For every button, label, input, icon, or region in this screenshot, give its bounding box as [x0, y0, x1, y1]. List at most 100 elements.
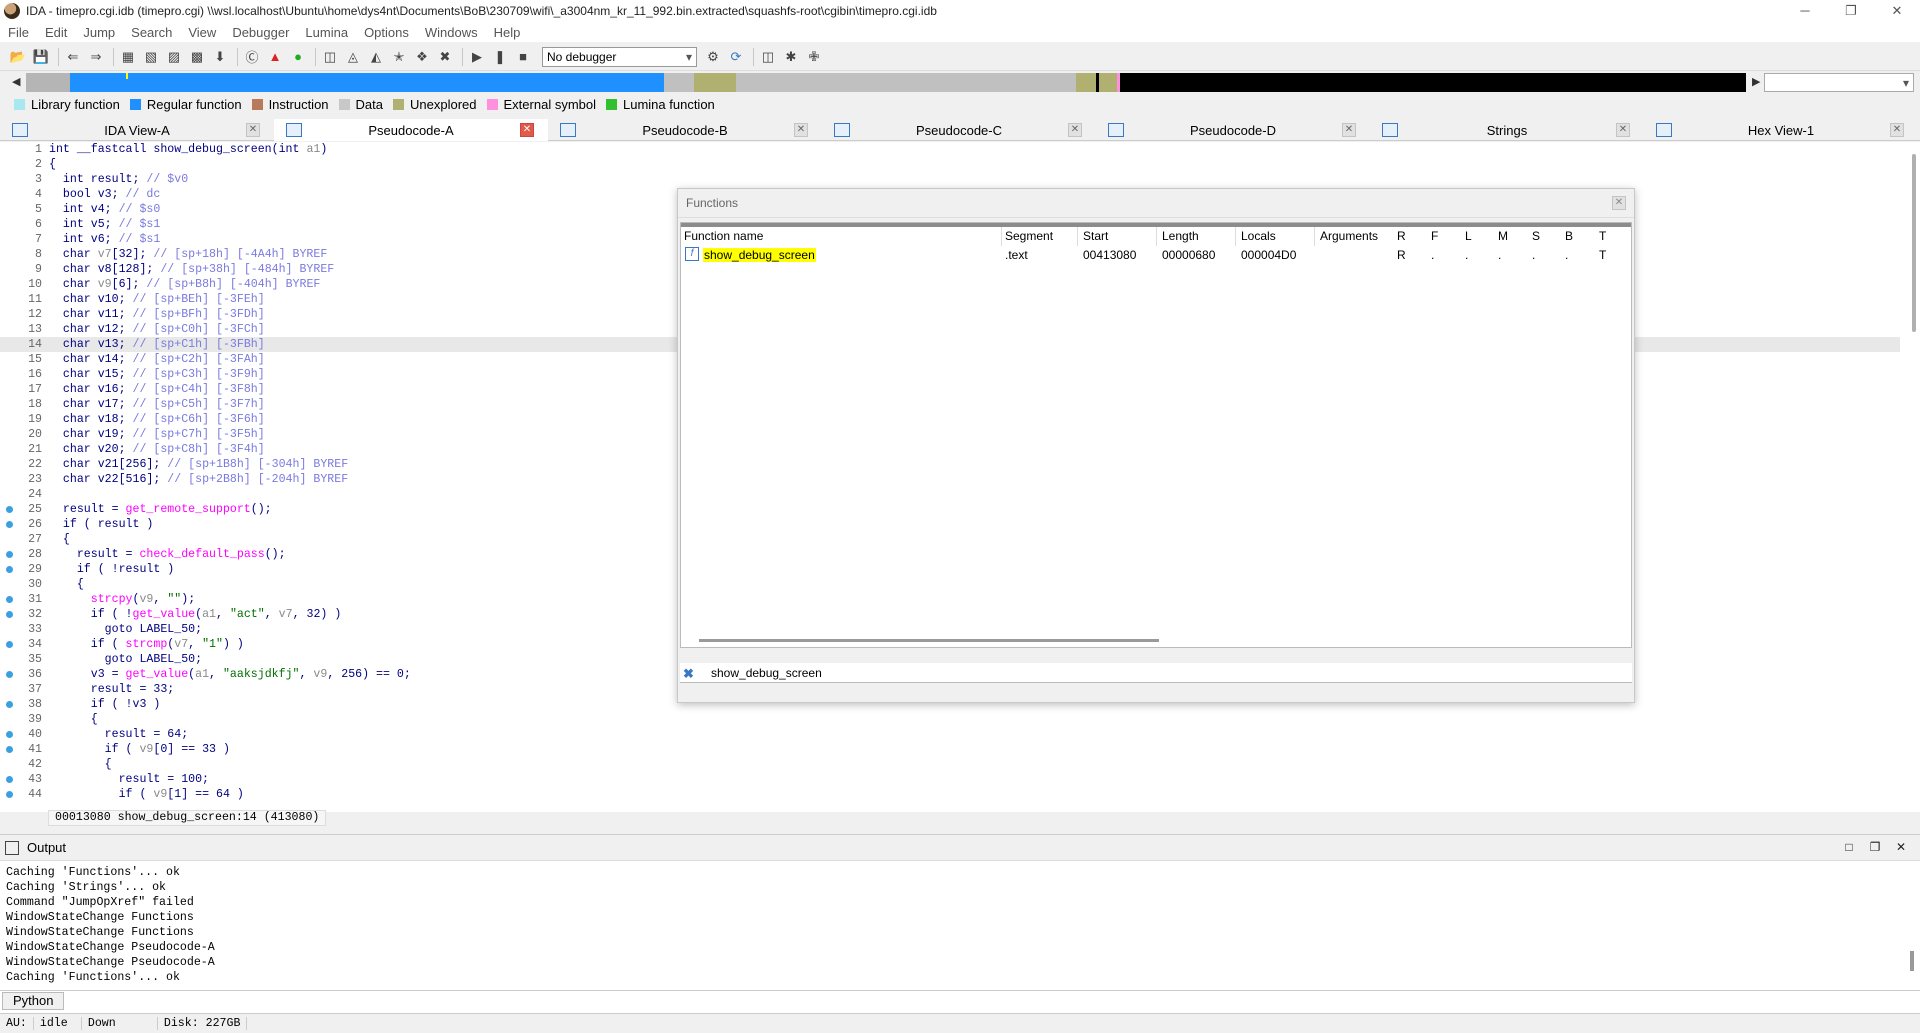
code-line[interactable]: 2{ — [0, 157, 1900, 172]
menu-debugger[interactable]: Debugger — [224, 25, 297, 40]
breakpoint-dot-icon[interactable] — [6, 701, 13, 708]
tab-strings[interactable]: Strings ✕ — [1370, 119, 1644, 141]
breakpoint-dot-icon[interactable] — [6, 731, 13, 738]
col-segment[interactable]: Segment — [1005, 229, 1053, 243]
code-line[interactable]: 39 { — [0, 712, 1900, 727]
tools-icon[interactable]: ✙ — [804, 47, 824, 67]
code-line[interactable]: 44 if ( v9[1] == 64 ) — [0, 787, 1900, 802]
down-arrow-icon[interactable]: ⬇ — [210, 47, 230, 67]
col-divider[interactable] — [1314, 227, 1315, 246]
debug-icon[interactable]: ⚙ — [703, 47, 723, 67]
nav-left-arrow-icon[interactable]: ◀ — [12, 75, 20, 88]
col-divider[interactable] — [1235, 227, 1236, 246]
tab-hex-view-1[interactable]: Hex View-1 ✕ — [1644, 119, 1918, 141]
menu-file[interactable]: File — [0, 25, 37, 40]
nav-segment-select[interactable] — [1764, 73, 1914, 92]
menu-search[interactable]: Search — [123, 25, 180, 40]
forward-icon[interactable]: ⇒ — [86, 47, 106, 67]
code-line[interactable]: 1 int __fastcall show_debug_screen(int a1… — [0, 142, 1900, 157]
col-divider[interactable] — [1156, 227, 1157, 246]
menu-windows[interactable]: Windows — [417, 25, 486, 40]
col-f[interactable]: F — [1431, 229, 1438, 243]
ida-icon[interactable]: ▲ — [265, 47, 285, 67]
close-tab-icon[interactable]: ✕ — [1342, 123, 1356, 137]
trace-icon[interactable]: ✱ — [781, 47, 801, 67]
graph-icon[interactable]: ◫ — [320, 47, 340, 67]
col-length[interactable]: Length — [1162, 229, 1199, 243]
functions-filter[interactable]: ✖ show_debug_screen — [680, 663, 1632, 683]
binary-icon[interactable]: ▦ — [118, 47, 138, 67]
col-s[interactable]: S — [1532, 229, 1540, 243]
close-tab-icon[interactable]: ✕ — [520, 123, 534, 137]
code-scrollbar[interactable] — [1912, 154, 1916, 332]
open-icon[interactable]: 📂 — [8, 47, 28, 67]
restore-button[interactable]: ❐ — [1828, 0, 1874, 22]
python-language-button[interactable]: Python — [2, 992, 65, 1010]
breakpoint-dot-icon[interactable] — [6, 566, 13, 573]
nav-right-arrow-icon[interactable]: ▶ — [1752, 75, 1760, 88]
breakpoint-dot-icon[interactable] — [6, 671, 13, 678]
code-line[interactable]: 41 if ( v9[0] == 33 ) — [0, 742, 1900, 757]
breakpoint-dot-icon[interactable] — [6, 551, 13, 558]
code-line[interactable]: 42 { — [0, 757, 1900, 772]
menu-options[interactable]: Options — [356, 25, 417, 40]
debugger-select[interactable]: No debugger — [542, 46, 697, 67]
breakpoint-dot-icon[interactable] — [6, 746, 13, 753]
patch-icon[interactable]: ❖ — [412, 47, 432, 67]
tab-pseudocode-d[interactable]: Pseudocode-D ✕ — [1096, 119, 1370, 141]
tab-ida-view-a[interactable]: IDA View-A ✕ — [0, 119, 274, 141]
code-line[interactable]: 40 result = 64; — [0, 727, 1900, 742]
col-function-name[interactable]: Function name — [684, 229, 763, 243]
close-tab-icon[interactable]: ✕ — [1890, 123, 1904, 137]
close-window-button[interactable]: ✕ — [1874, 0, 1920, 22]
tab-pseudocode-c[interactable]: Pseudocode-C ✕ — [822, 119, 1096, 141]
close-functions-icon[interactable]: ✕ — [1612, 196, 1626, 210]
cross-icon[interactable]: ✖ — [435, 47, 455, 67]
output-scrollbar[interactable] — [1910, 951, 1914, 971]
table-row[interactable]: f show_debug_screen .text 00413080 00000… — [681, 246, 1631, 262]
close-tab-icon[interactable]: ✕ — [246, 123, 260, 137]
filter-text[interactable]: show_debug_screen — [711, 666, 822, 680]
clear-filter-icon[interactable]: ✖ — [683, 666, 694, 682]
navigation-bar[interactable] — [26, 73, 1746, 92]
col-r[interactable]: R — [1397, 229, 1406, 243]
stop-icon[interactable]: ■ — [513, 47, 533, 67]
code-line[interactable]: 3 int result; // $v0 — [0, 172, 1900, 187]
close-output-icon[interactable]: ✕ — [1888, 840, 1914, 854]
breakpoint-dot-icon[interactable] — [6, 776, 13, 783]
data-icon[interactable]: ▨ — [164, 47, 184, 67]
breakpoint-dot-icon[interactable] — [6, 791, 13, 798]
menu-view[interactable]: View — [180, 25, 224, 40]
breakpoint-dot-icon[interactable] — [6, 611, 13, 618]
breakpoint-dot-icon[interactable] — [6, 521, 13, 528]
menu-lumina[interactable]: Lumina — [297, 25, 356, 40]
green-circle-icon[interactable]: ● — [288, 47, 308, 67]
tab-pseudocode-b[interactable]: Pseudocode-B ✕ — [548, 119, 822, 141]
structure-icon[interactable]: ◬ — [343, 47, 363, 67]
pause-icon[interactable]: ❚ — [490, 47, 510, 67]
breakpoint-icon[interactable]: ◫ — [758, 47, 778, 67]
float-output-icon[interactable]: ❐ — [1862, 840, 1888, 854]
col-locals[interactable]: Locals — [1241, 229, 1276, 243]
minimize-button[interactable]: ─ — [1782, 0, 1828, 22]
breakpoint-dot-icon[interactable] — [6, 506, 13, 513]
xref-icon[interactable]: ✭ — [389, 47, 409, 67]
col-divider[interactable] — [1001, 227, 1002, 246]
breakpoint-dot-icon[interactable] — [6, 596, 13, 603]
col-arguments[interactable]: Arguments — [1320, 229, 1378, 243]
col-t[interactable]: T — [1599, 229, 1606, 243]
col-divider[interactable] — [1077, 227, 1078, 246]
menu-jump[interactable]: Jump — [75, 25, 123, 40]
unknown-icon[interactable]: ▩ — [187, 47, 207, 67]
col-b[interactable]: B — [1565, 229, 1573, 243]
maximize-output-icon[interactable]: □ — [1836, 840, 1862, 854]
close-tab-icon[interactable]: ✕ — [1068, 123, 1082, 137]
enum-icon[interactable]: ◭ — [366, 47, 386, 67]
close-tab-icon[interactable]: ✕ — [1616, 123, 1630, 137]
menu-edit[interactable]: Edit — [37, 25, 75, 40]
back-icon[interactable]: ⇐ — [63, 47, 83, 67]
breakpoint-dot-icon[interactable] — [6, 641, 13, 648]
attach-icon[interactable]: ⟳ — [726, 47, 746, 67]
col-start[interactable]: Start — [1083, 229, 1108, 243]
code-line[interactable]: 43 result = 100; — [0, 772, 1900, 787]
